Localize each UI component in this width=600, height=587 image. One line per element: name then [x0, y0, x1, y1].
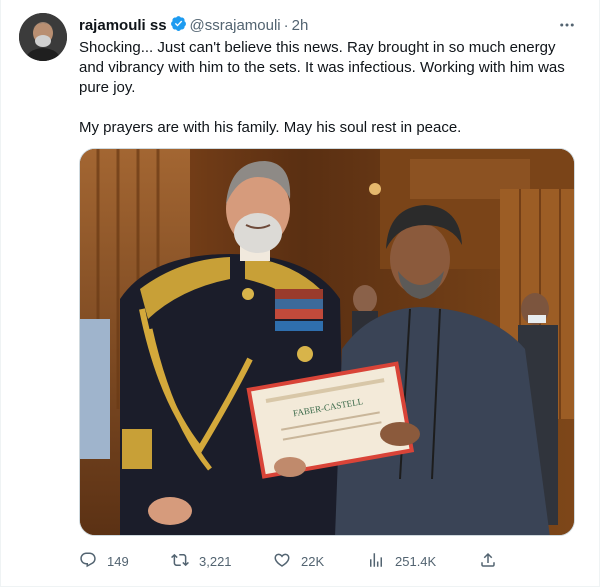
share-button[interactable]	[479, 548, 497, 574]
tweet-text: Shocking... Just can't believe this news…	[79, 38, 581, 138]
verified-badge-icon	[167, 15, 190, 36]
like-button[interactable]: 22K	[273, 548, 324, 574]
tweet-header: rajamouli ss @ssrajamouli · 2h	[79, 15, 577, 35]
views-button[interactable]: 251.4K	[367, 548, 436, 574]
tweet-actions: 149 3,221 22K 251.4K	[79, 548, 499, 574]
more-icon[interactable]	[557, 15, 577, 35]
tweet-paragraph: My prayers are with his family. May his …	[79, 119, 462, 136]
timestamp[interactable]: 2h	[292, 17, 309, 34]
like-count: 22K	[301, 553, 325, 569]
reply-button[interactable]: 149	[79, 548, 129, 574]
views-icon	[367, 551, 385, 572]
retweet-icon	[171, 551, 189, 572]
header-separator: ·	[283, 16, 289, 34]
tweet-photo[interactable]: FABER-CASTELL	[79, 148, 575, 536]
heart-icon	[273, 551, 291, 572]
reply-count: 149	[107, 553, 129, 569]
retweet-button[interactable]: 3,221	[171, 548, 232, 574]
tweet-card: rajamouli ss @ssrajamouli · 2h Shocking.…	[0, 0, 600, 587]
user-handle[interactable]: @ssrajamouli	[190, 17, 281, 34]
avatar[interactable]	[19, 13, 67, 61]
display-name[interactable]: rajamouli ss	[79, 17, 167, 34]
views-count: 251.4K	[395, 553, 437, 569]
share-icon	[479, 551, 497, 572]
tweet-paragraph: Shocking... Just can't believe this news…	[79, 39, 565, 96]
reply-icon	[79, 551, 97, 572]
retweet-count: 3,221	[199, 553, 232, 569]
